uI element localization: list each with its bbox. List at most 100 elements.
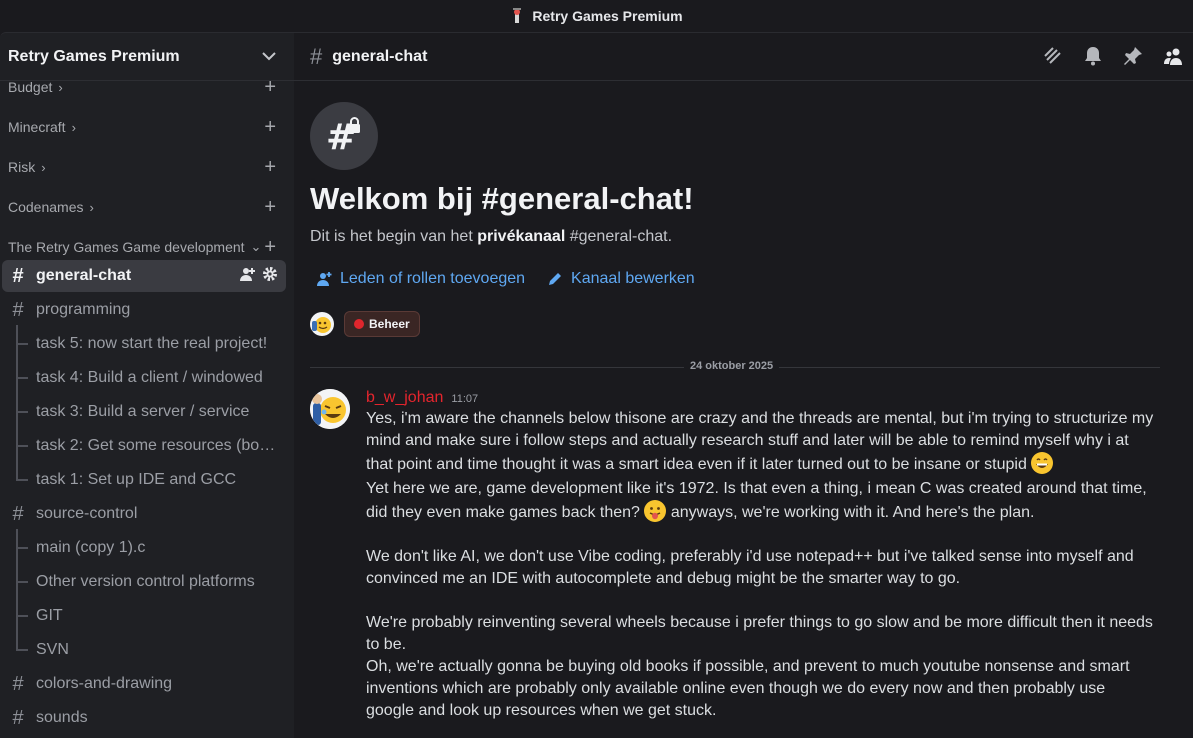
message-paragraph: We don't like AI, we don't use Vibe codi…	[366, 548, 1134, 587]
channel-badge: #	[310, 102, 378, 170]
chevron-right-icon: ›	[58, 79, 63, 95]
message-header: b_w_johan 11:07	[366, 389, 478, 407]
chevron-right-icon: ›	[41, 159, 46, 175]
channel-general-chat[interactable]: # general-chat	[2, 260, 286, 292]
hash-icon: #	[12, 672, 24, 695]
header-toolbar	[1043, 45, 1183, 67]
thread-label: task 5: now start the real project!	[36, 335, 268, 352]
message-author[interactable]: b_w_johan	[366, 389, 443, 407]
thread-item[interactable]: SVN	[0, 631, 290, 665]
thread-item[interactable]: main (copy 1).c	[0, 529, 290, 563]
thread-label: task 4: Build a client / windowed	[36, 369, 263, 386]
category-codenames[interactable]: Codenames › +	[0, 195, 294, 219]
category-minecraft[interactable]: Minecraft › +	[0, 115, 294, 139]
chevron-right-icon: ›	[89, 199, 94, 215]
message-paragraph: Oh, we're actually gonna be buying old b…	[366, 658, 1130, 719]
add-channel-icon[interactable]: +	[264, 77, 276, 97]
add-channel-icon[interactable]: +	[264, 237, 276, 257]
hash-lock-icon: #	[326, 117, 360, 156]
thread-item[interactable]: task 1: Set up IDE and GCC	[0, 461, 290, 495]
tongue-out-emoji-icon	[644, 500, 667, 522]
category-game-development[interactable]: The Retry Games Game development ⌄ +	[0, 235, 294, 259]
thread-label: GIT	[36, 607, 63, 624]
chat-main: # general-chat # Welkom bij #general-cha…	[294, 32, 1193, 738]
pin-icon[interactable]	[1123, 45, 1143, 67]
thread-branch	[16, 597, 28, 617]
category-label: Risk	[8, 159, 36, 175]
hash-icon: #	[12, 706, 24, 729]
member-list-icon[interactable]	[1163, 45, 1183, 67]
bell-icon[interactable]	[1083, 45, 1103, 67]
invite-members-icon[interactable]	[240, 266, 256, 287]
channel-label: programming	[36, 301, 131, 318]
add-member-icon	[317, 272, 332, 286]
hash-icon: #	[12, 502, 24, 525]
add-members-label: Leden of rollen toevoegen	[340, 270, 526, 287]
thread-branch	[16, 393, 28, 413]
thread-item[interactable]: task 3: Build a server / service	[0, 393, 290, 427]
welcome-actions: Leden of rollen toevoegen Kanaal bewerke…	[316, 270, 695, 288]
chevron-down-icon[interactable]	[262, 48, 276, 66]
channel-label: colors-and-drawing	[36, 675, 173, 692]
channel-title: general-chat	[332, 47, 428, 65]
server-header[interactable]: Retry Games Premium	[0, 33, 294, 81]
server-name: Retry Games Premium	[8, 47, 180, 65]
welcome-sub-prefix: Dit is het begin van het	[310, 228, 478, 245]
category-label: Minecraft	[8, 119, 66, 135]
thread-item[interactable]: task 2: Get some resources (book...	[0, 427, 290, 461]
thread-item[interactable]: GIT	[0, 597, 290, 631]
app-icon	[510, 8, 524, 24]
pencil-icon	[549, 273, 562, 285]
thread-label: Other version control platforms	[36, 573, 255, 590]
role-badge[interactable]: Beheer	[344, 311, 420, 337]
thread-item[interactable]: Other version control platforms	[0, 563, 290, 597]
welcome-sub-suffix: #general-chat.	[565, 228, 673, 245]
hash-icon: #	[12, 298, 24, 321]
hash-lock-icon: #	[12, 264, 24, 287]
threads-icon[interactable]	[1043, 45, 1063, 67]
channel-sounds[interactable]: # sounds	[2, 702, 286, 734]
avatar[interactable]	[310, 389, 350, 429]
thread-label: SVN	[36, 641, 69, 658]
edit-channel-button[interactable]: Kanaal bewerken	[547, 270, 695, 288]
thread-label: task 3: Build a server / service	[36, 403, 250, 420]
category-label: Codenames	[8, 199, 84, 215]
thread-label: task 2: Get some resources (book...	[36, 437, 276, 454]
thread-item[interactable]: task 4: Build a client / windowed	[0, 359, 290, 393]
channel-label: general-chat	[36, 267, 132, 284]
thread-branch	[16, 631, 28, 651]
category-budget[interactable]: Budget › +	[0, 75, 294, 99]
chevron-down-icon: ⌄	[250, 239, 262, 254]
add-channel-icon[interactable]: +	[264, 157, 276, 177]
message-paragraph: Yet here we are, game development like i…	[366, 478, 1156, 524]
role-color-dot	[354, 319, 364, 329]
channel-programming[interactable]: # programming	[2, 294, 286, 326]
window-titlebar: Retry Games Premium	[0, 0, 1193, 32]
role-row: Beheer	[310, 311, 420, 337]
gear-icon[interactable]	[262, 266, 278, 287]
thread-branch	[16, 359, 28, 379]
thread-item[interactable]: task 5: now start the real project!	[0, 325, 290, 359]
channel-colors-and-drawing[interactable]: # colors-and-drawing	[2, 668, 286, 700]
thread-branch	[16, 461, 28, 481]
welcome-heading: Welkom bij #general-chat!	[310, 181, 694, 216]
channel-sidebar: Retry Games Premium Budget › + Minecraft ›…	[0, 32, 294, 738]
welcome-sub-bold: privékanaal	[477, 228, 566, 245]
member-avatar[interactable]	[310, 312, 334, 336]
channel-label: sounds	[36, 709, 88, 726]
add-members-button[interactable]: Leden of rollen toevoegen	[316, 270, 525, 288]
edit-channel-label: Kanaal bewerken	[571, 270, 695, 287]
category-risk[interactable]: Risk › +	[0, 155, 294, 179]
date-divider-label: 24 oktober 2025	[684, 360, 780, 372]
chevron-right-icon: ›	[71, 119, 76, 135]
hash-lock-icon: #	[310, 43, 323, 69]
message-body: Yes, i'm aware the channels below thison…	[366, 408, 1156, 722]
add-channel-icon[interactable]: +	[264, 117, 276, 137]
add-channel-icon[interactable]: +	[264, 197, 276, 217]
thread-branch	[16, 563, 28, 583]
thread-branch	[16, 529, 28, 549]
channel-label: source-control	[36, 505, 138, 522]
welcome-subtitle: Dit is het begin van het privékanaal #ge…	[310, 228, 672, 246]
channel-source-control[interactable]: # source-control	[2, 498, 286, 530]
category-label: Budget	[8, 79, 53, 95]
